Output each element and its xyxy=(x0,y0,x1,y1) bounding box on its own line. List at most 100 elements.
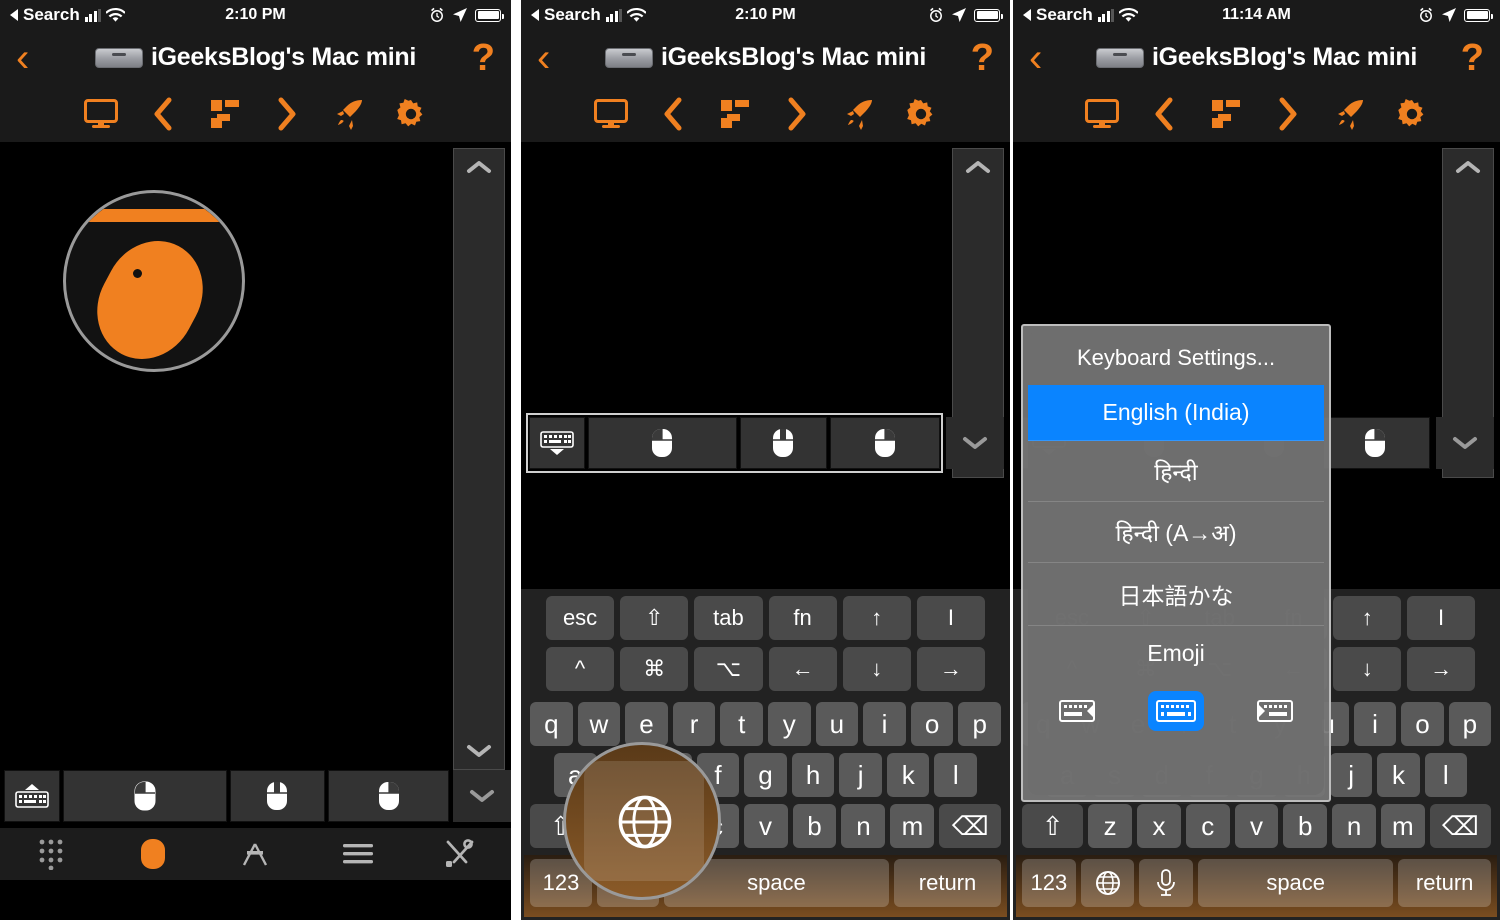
launchpad-button[interactable] xyxy=(1319,89,1381,139)
settings-button[interactable] xyxy=(380,89,442,139)
key-h[interactable]: h xyxy=(791,753,835,797)
right-click-button[interactable] xyxy=(328,770,449,822)
launchpad-button[interactable] xyxy=(318,89,380,139)
collapse-button[interactable] xyxy=(453,770,511,822)
key-i[interactable]: i xyxy=(863,702,906,746)
popup-item-hindi-translit[interactable]: हिन्दी (A→अ) xyxy=(1028,502,1324,563)
mission-control-button[interactable] xyxy=(194,89,256,139)
back-button[interactable]: ‹ xyxy=(16,38,29,78)
key-r[interactable]: r xyxy=(672,702,716,746)
mission-control-button[interactable] xyxy=(1195,89,1257,139)
key-right[interactable]: → xyxy=(1407,647,1475,691)
chevron-up-icon[interactable] xyxy=(1455,159,1481,175)
chevron-up-icon[interactable] xyxy=(466,159,492,175)
key-delete[interactable]: ⌫ xyxy=(1429,804,1492,848)
remote-screen[interactable]: esc ⇧ tab fn ↑ I ^ ⌘ ⌥ ← ↓ → xyxy=(1013,142,1500,920)
next-button[interactable] xyxy=(256,89,318,139)
key-ibeam[interactable]: I xyxy=(916,596,986,640)
key-w[interactable]: w xyxy=(577,702,621,746)
key-n[interactable]: n xyxy=(1332,804,1376,848)
key-k[interactable]: k xyxy=(1377,753,1420,797)
display-button[interactable] xyxy=(70,89,132,139)
key-k[interactable]: k xyxy=(886,753,930,797)
key-l[interactable]: l xyxy=(934,753,978,797)
key-delete[interactable]: ⌫ xyxy=(939,804,1002,848)
key-return[interactable]: return xyxy=(1398,859,1492,907)
key-control[interactable]: ^ xyxy=(545,647,615,691)
prev-button[interactable] xyxy=(132,89,194,139)
key-t[interactable]: t xyxy=(720,702,763,746)
trackpad-button[interactable] xyxy=(123,832,183,876)
key-j[interactable]: j xyxy=(1329,753,1373,797)
key-numeric[interactable]: 123 xyxy=(1022,859,1076,907)
key-globe[interactable] xyxy=(1080,859,1135,907)
help-button[interactable]: ? xyxy=(1461,39,1484,77)
chevron-up-icon[interactable] xyxy=(965,159,991,175)
next-button[interactable] xyxy=(1257,89,1319,139)
key-shift[interactable]: ⇧ xyxy=(1021,804,1084,848)
key-z[interactable]: z xyxy=(1088,804,1133,848)
left-click-button[interactable] xyxy=(588,417,737,469)
key-p[interactable]: p xyxy=(958,702,1001,746)
popup-item-japanese-kana[interactable]: 日本語かな xyxy=(1028,563,1324,626)
tools-button[interactable] xyxy=(430,832,490,876)
mission-control-button[interactable] xyxy=(704,89,766,139)
keyboard-split-right-icon[interactable] xyxy=(1243,691,1299,731)
popup-item-emoji[interactable]: Emoji xyxy=(1028,626,1324,681)
remote-screen[interactable]: esc ⇧ tab fn ↑ I ^ ⌘ ⌥ ← ↓ → xyxy=(521,142,1010,920)
popup-item-english-india[interactable]: English (India) xyxy=(1028,385,1324,441)
key-v[interactable]: v xyxy=(1234,804,1279,848)
keyboard-full-icon[interactable] xyxy=(1147,691,1204,731)
key-shift[interactable]: ⇧ xyxy=(620,596,689,640)
back-button[interactable]: ‹ xyxy=(1029,38,1042,78)
settings-button[interactable] xyxy=(890,89,952,139)
key-p[interactable]: p xyxy=(1448,702,1492,746)
middle-click-button[interactable] xyxy=(739,417,827,469)
app-store-button[interactable] xyxy=(225,832,285,876)
key-q[interactable]: q xyxy=(530,702,573,746)
collapse-button[interactable] xyxy=(946,417,1004,469)
key-u[interactable]: u xyxy=(815,702,859,746)
key-i[interactable]: i xyxy=(1353,702,1397,746)
key-x[interactable]: x xyxy=(1137,804,1181,848)
key-up[interactable]: ↑ xyxy=(842,596,911,640)
back-button[interactable]: ‹ xyxy=(537,38,550,78)
key-down[interactable]: ↓ xyxy=(1333,647,1402,691)
trackpad-surface[interactable] xyxy=(0,142,511,920)
key-dictation[interactable] xyxy=(1139,859,1194,907)
key-up[interactable]: ↑ xyxy=(1333,596,1402,640)
key-option[interactable]: ⌥ xyxy=(694,647,763,691)
key-o[interactable]: o xyxy=(910,702,954,746)
chevron-down-icon[interactable] xyxy=(466,743,492,759)
key-y[interactable]: y xyxy=(768,702,811,746)
launchpad-button[interactable] xyxy=(828,89,890,139)
key-m[interactable]: m xyxy=(1380,804,1425,848)
numpad-button[interactable] xyxy=(21,832,81,876)
keyboard-split-left-icon[interactable] xyxy=(1053,691,1109,731)
key-tab[interactable]: tab xyxy=(694,596,763,640)
left-click-button[interactable] xyxy=(63,770,227,822)
help-button[interactable]: ? xyxy=(971,39,994,77)
key-right[interactable]: → xyxy=(916,647,986,691)
key-command[interactable]: ⌘ xyxy=(620,647,689,691)
key-o[interactable]: o xyxy=(1401,702,1444,746)
key-e[interactable]: e xyxy=(625,702,668,746)
settings-button[interactable] xyxy=(1381,89,1443,139)
show-keyboard-button[interactable] xyxy=(4,770,60,822)
prev-button[interactable] xyxy=(642,89,704,139)
middle-click-button[interactable] xyxy=(229,770,325,822)
right-click-button[interactable] xyxy=(829,417,940,469)
hide-keyboard-button[interactable] xyxy=(529,417,585,469)
key-fn[interactable]: fn xyxy=(768,596,837,640)
popup-item-hindi[interactable]: हिन्दी xyxy=(1028,441,1324,502)
key-space[interactable]: space xyxy=(1198,859,1394,907)
key-esc[interactable]: esc xyxy=(545,596,615,640)
collapse-button[interactable] xyxy=(1436,417,1494,469)
display-button[interactable] xyxy=(580,89,642,139)
key-m[interactable]: m xyxy=(890,804,935,848)
prev-button[interactable] xyxy=(1133,89,1195,139)
popup-keyboard-settings[interactable]: Keyboard Settings... xyxy=(1028,331,1324,385)
key-n[interactable]: n xyxy=(841,804,886,848)
pan-strip[interactable] xyxy=(453,148,505,770)
next-button[interactable] xyxy=(766,89,828,139)
